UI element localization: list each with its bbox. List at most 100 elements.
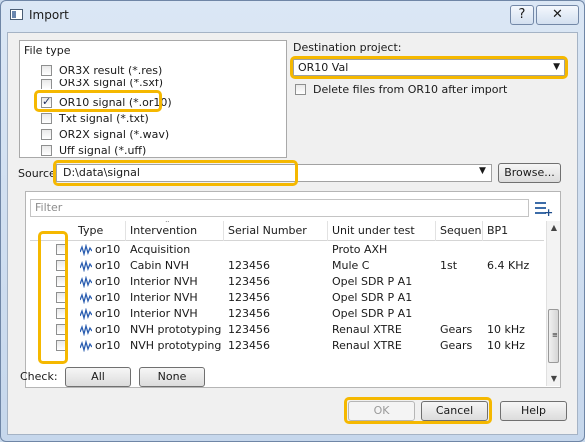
file-type-label: Uff signal (*.uff): [59, 144, 147, 157]
ok-button[interactable]: OK: [348, 401, 415, 421]
title-help-button[interactable]: ?: [510, 5, 534, 25]
title-bar: Import ? ✕: [1, 1, 584, 31]
filter-settings-icon[interactable]: +: [535, 200, 553, 219]
table-row[interactable]: or10 Interior NVH 123456 Opel SDR P A1: [30, 306, 544, 322]
destination-project-select[interactable]: OR10 Val ▼: [293, 59, 565, 76]
signal-wave-icon: [80, 276, 92, 288]
cell-intervention: Cabin NVH: [130, 259, 189, 272]
cell-type: or10: [95, 323, 121, 336]
cell-unit-under-test: Renaul XTRE: [332, 339, 402, 352]
cell-bp1: 10 kHz: [487, 339, 525, 352]
row-checkbox[interactable]: [56, 340, 67, 351]
table-row[interactable]: or10 Interior NVH 123456 Opel SDR P A1: [30, 290, 544, 306]
signal-wave-icon: [80, 260, 92, 272]
window-title: Import: [29, 8, 69, 22]
table-row[interactable]: or10 Cabin NVH 123456 Mule C 1st 6.4 KHz: [30, 258, 544, 274]
source-label: Source:: [18, 167, 60, 180]
cell-intervention: Acquisition: [130, 243, 191, 256]
scrollbar-thumb[interactable]: ≡: [548, 309, 559, 363]
file-type-label: OR2X signal (*.wav): [59, 128, 170, 141]
cancel-button[interactable]: Cancel: [421, 401, 488, 421]
checkbox[interactable]: [41, 79, 52, 89]
cell-intervention: NVH prototyping: [130, 339, 222, 352]
table-body: or10 Acquisition Proto AXH or10 Cabin NV…: [30, 242, 544, 386]
filter-input[interactable]: Filter: [30, 199, 529, 217]
close-button[interactable]: ✕: [536, 5, 579, 25]
signal-wave-icon: [80, 308, 92, 320]
source-dropdown-arrow-icon[interactable]: ▼: [479, 166, 486, 176]
cell-type: or10: [95, 291, 121, 304]
column-header-intervention[interactable]: Intervention ⌃: [126, 221, 224, 241]
scroll-up-arrow-icon[interactable]: ▲: [547, 221, 561, 235]
cell-bp1: 10 kHz: [487, 323, 525, 336]
table-header: Type Intervention ⌃ Serial Number Unit un…: [30, 221, 544, 241]
vertical-scrollbar[interactable]: ▲ ≡ ▼: [546, 221, 560, 386]
signal-wave-icon: [80, 324, 92, 336]
cell-unit-under-test: Opel SDR P A1: [332, 307, 413, 320]
cell-type: or10: [95, 243, 121, 256]
signal-list-panel: Filter + Type Intervention ⌃ Serial Numbe…: [25, 191, 561, 388]
checkbox[interactable]: [41, 65, 52, 76]
checkbox-checked[interactable]: [41, 95, 52, 108]
cell-intervention: NVH prototyping: [130, 323, 222, 336]
cell-type: or10: [95, 339, 121, 352]
file-type-label: OR3X signal (*.sxf): [59, 79, 164, 89]
table-row[interactable]: or10 Acquisition Proto AXH: [30, 242, 544, 258]
cell-serial-number: 123456: [228, 307, 270, 320]
scroll-down-arrow-icon[interactable]: ▼: [547, 372, 561, 386]
check-none-button[interactable]: None: [139, 367, 205, 387]
cell-unit-under-test: Renaul XTRE: [332, 323, 402, 336]
column-header-bp1[interactable]: BP1: [483, 221, 544, 241]
row-checkbox[interactable]: [56, 276, 67, 287]
column-header-type[interactable]: Type: [74, 221, 126, 241]
cell-type: or10: [95, 275, 121, 288]
table-row[interactable]: or10 NVH prototyping 123456 Renaul XTRE …: [30, 338, 544, 354]
help-button[interactable]: Help: [500, 401, 567, 421]
row-checkbox[interactable]: [56, 308, 67, 319]
browse-button[interactable]: Browse...: [498, 163, 561, 183]
file-type-item[interactable]: OR2X signal (*.wav): [41, 127, 169, 142]
delete-files-label: Delete files from OR10 after import: [313, 83, 508, 96]
sort-ascending-icon: ⌃: [164, 221, 171, 228]
import-dialog: Import ? ✕ File type OR3X result (*.res)…: [0, 0, 585, 442]
cell-serial-number: 123456: [228, 323, 270, 336]
delete-files-checkbox[interactable]: [295, 84, 306, 95]
row-checkbox[interactable]: [56, 324, 67, 335]
checkbox[interactable]: [41, 113, 52, 124]
check-label: Check:: [20, 370, 58, 383]
column-header-unit-under-test[interactable]: Unit under test: [328, 221, 436, 241]
file-type-group: File type OR3X result (*.res) OR3X signa…: [19, 40, 287, 158]
dialog-body: File type OR3X result (*.res) OR3X signa…: [7, 32, 578, 435]
table-row[interactable]: or10 NVH prototyping 123456 Renaul XTRE …: [30, 322, 544, 338]
signal-wave-icon: [80, 292, 92, 304]
file-type-item[interactable]: OR10 signal (*.or10): [41, 95, 172, 110]
file-type-item[interactable]: Uff signal (*.uff): [41, 143, 146, 158]
table-row[interactable]: or10 Interior NVH 123456 Opel SDR P A1: [30, 274, 544, 290]
file-type-title: File type: [24, 44, 71, 57]
cell-unit-under-test: Mule C: [332, 259, 370, 272]
file-type-label: OR3X result (*.res): [59, 64, 163, 77]
row-checkbox[interactable]: [56, 244, 67, 255]
file-type-item[interactable]: OR3X result (*.res): [41, 63, 162, 78]
destination-project-value: OR10 Val: [298, 61, 349, 74]
cell-sequence: Gears: [440, 339, 473, 352]
row-checkbox[interactable]: [56, 292, 67, 303]
cell-unit-under-test: Opel SDR P A1: [332, 291, 413, 304]
cell-bp1: 6.4 KHz: [487, 259, 530, 272]
check-all-button[interactable]: All: [65, 367, 131, 387]
file-type-item[interactable]: OR3X signal (*.sxf): [41, 79, 163, 89]
dropdown-arrow-icon[interactable]: ▼: [553, 60, 560, 75]
column-header-serial-number[interactable]: Serial Number: [224, 221, 328, 241]
checkbox[interactable]: [41, 129, 52, 140]
column-header-sequence[interactable]: Sequenc: [436, 221, 483, 241]
cell-intervention: Interior NVH: [130, 307, 198, 320]
cell-unit-under-test: Proto AXH: [332, 243, 388, 256]
checkbox[interactable]: [41, 145, 52, 156]
cell-intervention: Interior NVH: [130, 291, 198, 304]
delete-files-option[interactable]: Delete files from OR10 after import: [295, 83, 507, 96]
cell-serial-number: 123456: [228, 275, 270, 288]
window-icon: [10, 9, 23, 20]
file-type-item[interactable]: Txt signal (*.txt): [41, 111, 149, 126]
row-checkbox[interactable]: [56, 260, 67, 271]
source-path-input[interactable]: D:\data\signal: [56, 164, 492, 182]
